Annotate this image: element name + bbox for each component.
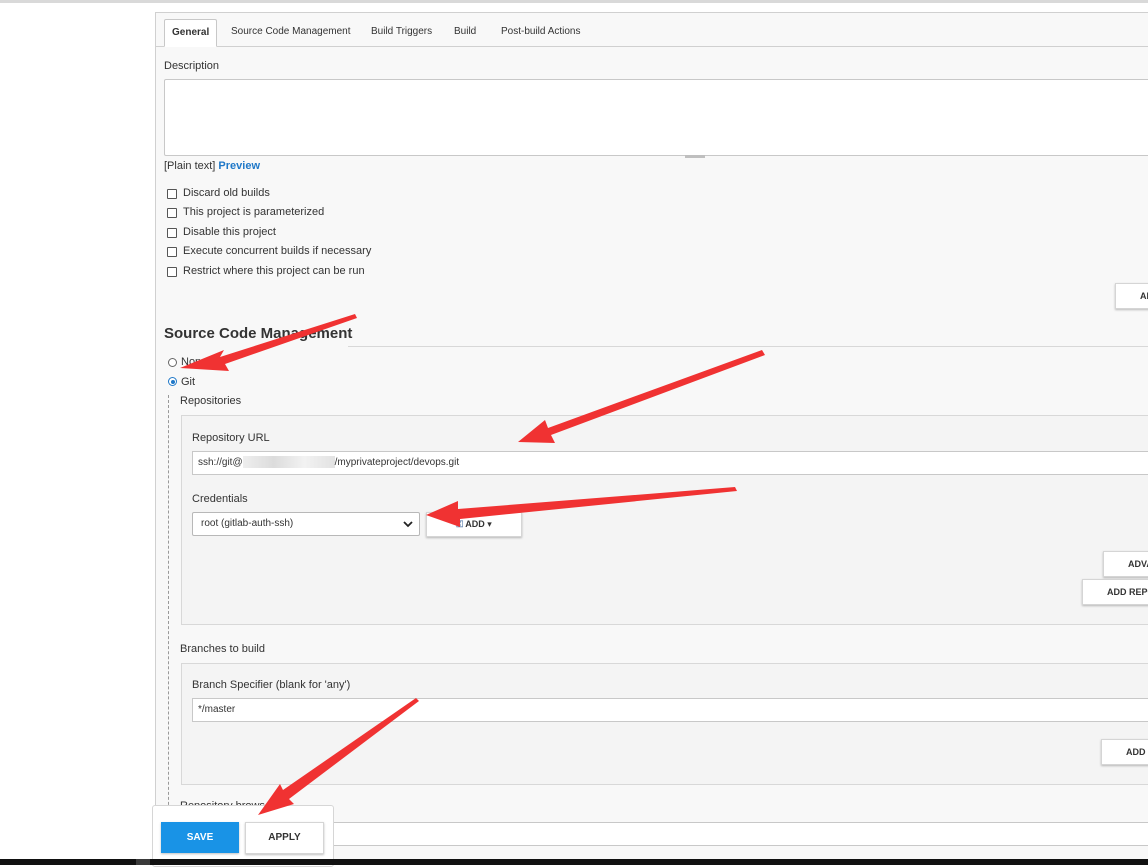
- annotation-arrows: [180, 314, 765, 815]
- arrow-none-radio: [180, 314, 357, 371]
- arrow-save-button: [258, 698, 419, 815]
- arrow-repo-url: [518, 350, 765, 443]
- arrow-credentials: [426, 487, 737, 527]
